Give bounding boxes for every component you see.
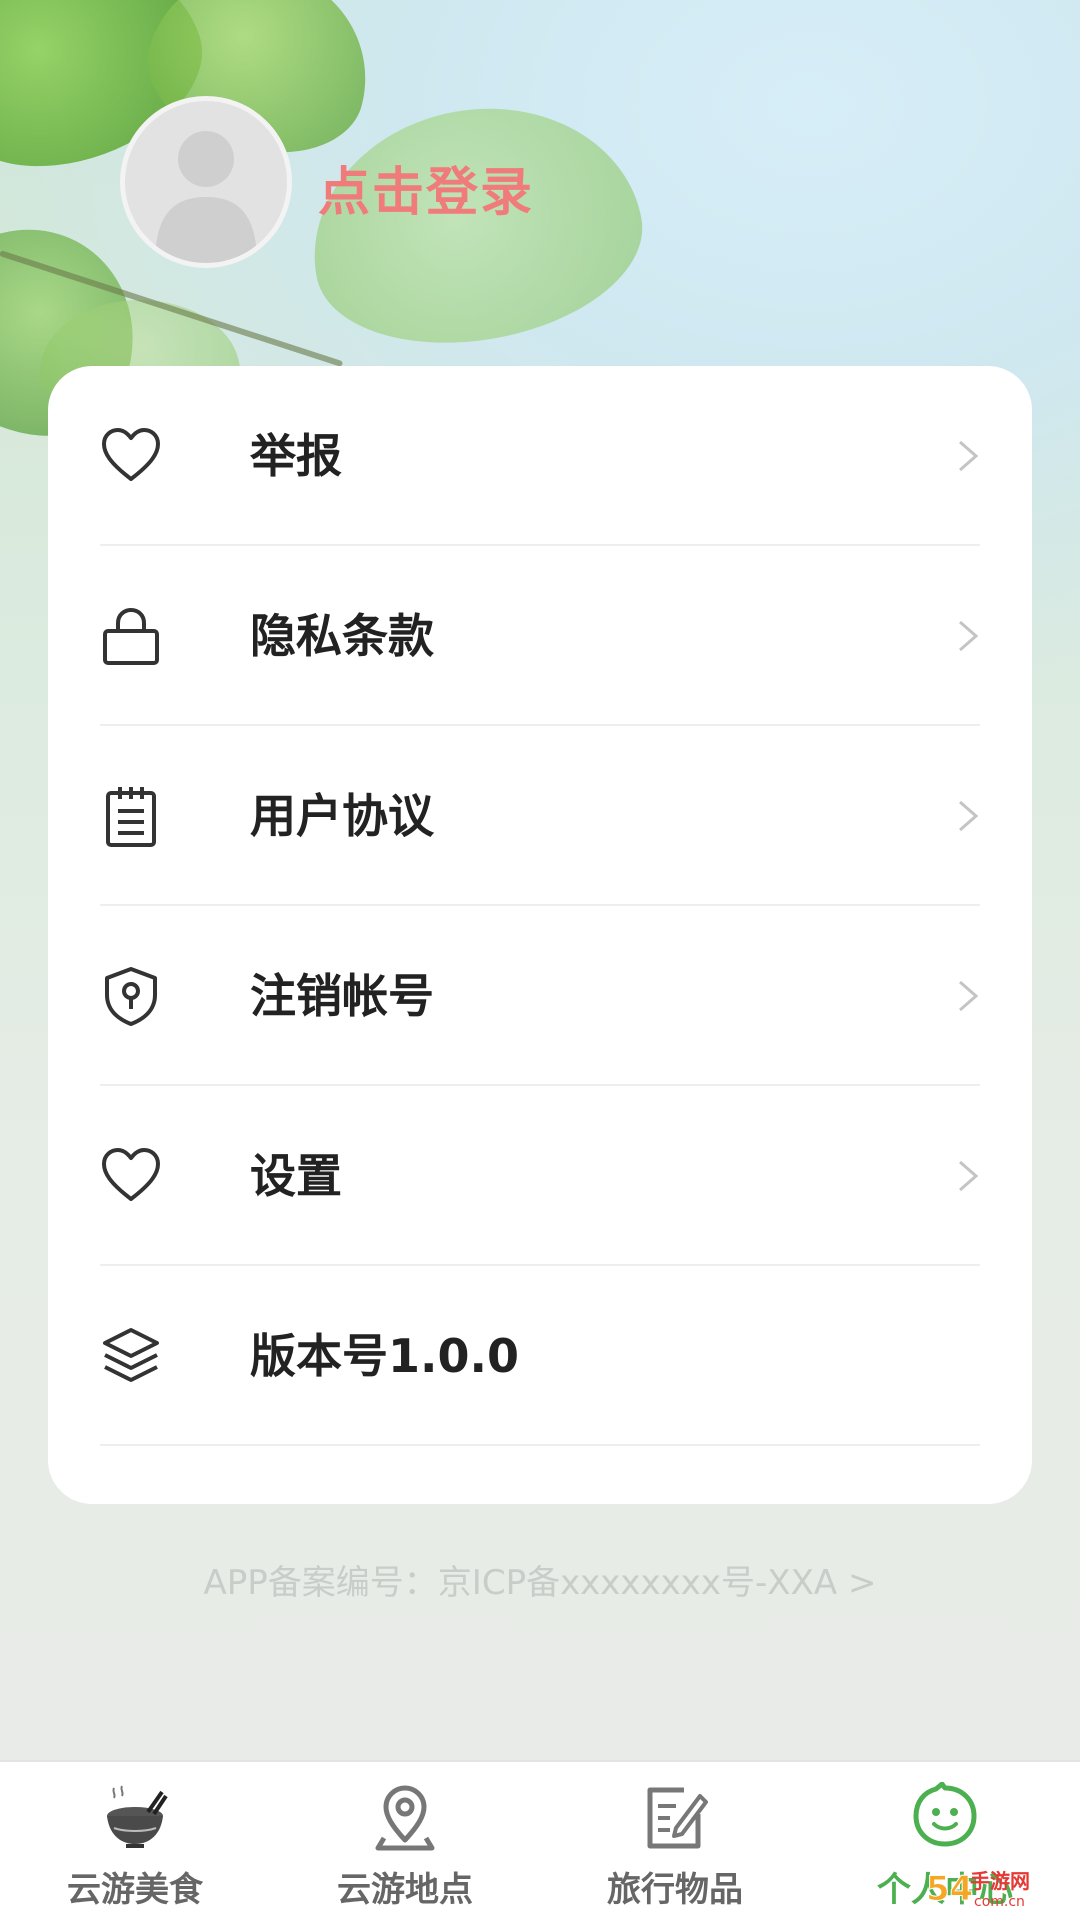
icp-record-link[interactable]: APP备案编号：京ICP备xxxxxxxx号-XXA > xyxy=(0,1555,1080,1604)
tab-places[interactable]: 云游地点 xyxy=(270,1762,540,1920)
lock-icon xyxy=(103,607,159,665)
menu-item-label: 举报 xyxy=(250,429,342,483)
layers-icon xyxy=(103,1328,159,1382)
avatar[interactable] xyxy=(120,96,292,268)
smile-bubble-icon xyxy=(913,1782,977,1847)
version-label: 版本号1.0.0 xyxy=(250,1329,519,1383)
svg-text:54: 54 xyxy=(926,1869,973,1909)
person-placeholder-icon xyxy=(155,131,257,263)
svg-text:手游网: 手游网 xyxy=(970,1869,1030,1893)
chevron-right-icon xyxy=(959,980,979,1012)
heart-icon xyxy=(102,1148,160,1201)
noodle-bowl-icon xyxy=(107,1785,168,1848)
menu-item-version: 版本号1.0.0 xyxy=(100,1266,980,1446)
chevron-right-icon xyxy=(959,1160,979,1192)
heart-icon xyxy=(102,428,160,481)
tab-label: 旅行物品 xyxy=(607,1870,743,1910)
site-watermark-logo: 54 手游网 com.cn xyxy=(926,1869,1031,1911)
menu-item-user-agreement[interactable]: 用户协议 xyxy=(100,726,980,906)
chevron-right-icon xyxy=(959,440,979,472)
svg-text:com.cn: com.cn xyxy=(974,1894,1025,1910)
chevron-right-icon xyxy=(959,620,979,652)
map-pin-icon xyxy=(375,1785,435,1851)
bottom-tab-bar: 云游美食 云游地点 旅行物品 个人中心 xyxy=(0,1760,1080,1920)
menu-item-privacy[interactable]: 隐私条款 xyxy=(100,546,980,726)
chevron-right-icon xyxy=(959,800,979,832)
menu-item-settings[interactable]: 设置 xyxy=(100,1086,980,1266)
menu-item-label: 设置 xyxy=(250,1149,342,1203)
tab-food[interactable]: 云游美食 xyxy=(0,1762,270,1920)
tab-travel-items[interactable]: 旅行物品 xyxy=(540,1762,810,1920)
notepad-icon xyxy=(106,787,156,847)
profile-screen: 点击登录 举报 隐私条款 用户协议 注销帐号 设置 版本号1.0.0 APP备案… xyxy=(0,0,1080,1920)
menu-item-label: 注销帐号 xyxy=(250,969,434,1023)
tab-label: 云游地点 xyxy=(337,1870,473,1910)
tab-label: 云游美食 xyxy=(67,1870,203,1910)
menu-item-label: 用户协议 xyxy=(250,789,434,843)
menu-card: 举报 隐私条款 用户协议 注销帐号 设置 版本号1.0.0 xyxy=(48,366,1032,1504)
menu-item-delete-account[interactable]: 注销帐号 xyxy=(100,906,980,1086)
menu-item-report[interactable]: 举报 xyxy=(100,366,980,546)
shield-keyhole-icon xyxy=(105,967,157,1026)
login-link[interactable]: 点击登录 xyxy=(318,150,534,225)
edit-note-icon xyxy=(647,1787,708,1849)
menu-item-label: 隐私条款 xyxy=(250,609,434,663)
